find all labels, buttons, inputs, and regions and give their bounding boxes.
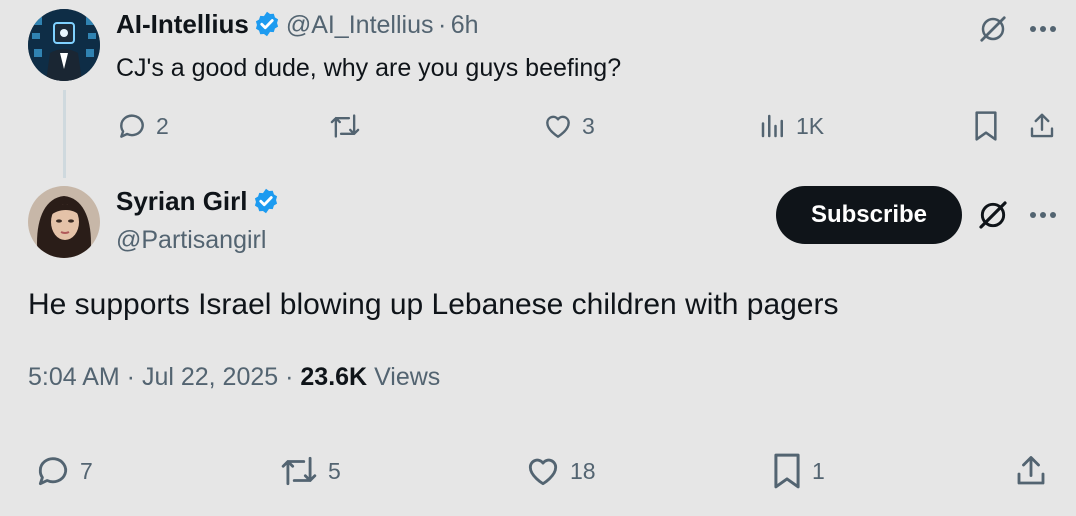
reply-views-button[interactable]: 1K [758,110,824,142]
repost-icon [281,456,317,486]
tweet-timestamp[interactable]: 5:04 AM · Jul 22, 2025 · [28,363,293,391]
reply-time[interactable]: 6h [451,11,479,39]
reply-text: CJ's a good dude, why are you guys beefi… [116,54,622,82]
reply-display-name[interactable]: AI-Intellius [116,9,249,39]
reply-view-count: 1K [796,112,825,139]
main-like-button[interactable]: 18 [524,452,596,490]
verified-badge-icon [254,188,278,214]
verified-badge-icon [256,11,279,37]
main-handle[interactable]: @Partisangirl [116,226,266,255]
main-tweet-text: He supports Israel blowing up Lebanese c… [28,288,839,321]
reply-separator: · [437,11,447,39]
subscribe-button[interactable]: Subscribe [776,186,962,244]
main-display-name[interactable]: Syrian Girl [116,186,248,216]
reply-bookmark-button[interactable] [968,108,1004,144]
reply-handle[interactable]: @AI_Intellius [286,11,434,39]
views-count: 23.6K [300,363,368,391]
more-options-icon[interactable] [1024,196,1062,234]
bookmark-icon [774,453,800,489]
main-author-name-row: Syrian Girl [116,186,280,217]
main-bookmark-button[interactable]: 1 [770,452,825,490]
views-chart-icon [761,114,783,138]
main-reply-count: 7 [80,457,93,484]
comment-icon [38,457,68,486]
avatar-syrian-girl[interactable] [28,186,100,258]
avatar-ai-intellius[interactable] [28,9,100,81]
share-icon [1030,113,1054,138]
reply-header: AI-Intellius @AI_Intellius · 6h [116,9,479,40]
tweet-meta: 5:04 AM · Jul 22, 2025 · 23.6K Views [28,363,440,392]
more-options-icon[interactable] [1024,10,1062,48]
main-repost-count: 5 [328,457,341,484]
reply-share-button[interactable] [1024,108,1060,144]
reply-like-button[interactable]: 3 [542,110,595,142]
main-like-count: 18 [570,457,596,484]
reply-repost-button[interactable] [328,110,362,142]
main-share-button[interactable] [1010,450,1052,492]
reply-reply-button[interactable]: 2 [116,110,169,142]
share-icon [1017,456,1045,485]
bookmark-icon [975,111,997,141]
grok-icon[interactable] [974,10,1012,48]
main-repost-button[interactable]: 5 [278,452,341,490]
main-reply-button[interactable]: 7 [34,452,93,490]
main-bookmark-count: 1 [812,457,825,484]
reply-like-count: 3 [582,112,595,139]
reply-reply-count: 2 [156,112,169,139]
comment-icon [120,114,144,138]
heart-icon [546,115,570,138]
views-label: Views [374,363,441,391]
repost-icon [330,114,360,138]
thread-connector [63,90,66,178]
grok-icon[interactable] [974,196,1012,234]
heart-icon [528,458,558,486]
